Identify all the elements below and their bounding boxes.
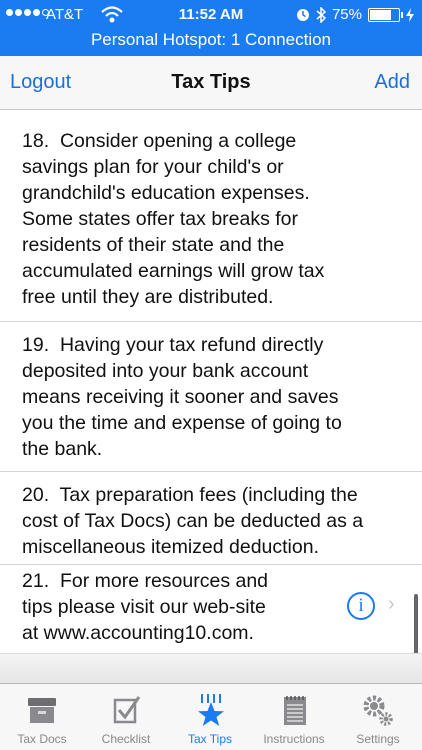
- gears-icon: [363, 695, 393, 726]
- tab-label: Checklist: [101, 732, 151, 746]
- charging-bolt-icon: [406, 7, 414, 22]
- chevron-right-icon: ›: [388, 593, 395, 615]
- navigation-bar: Logout Tax Tips Add: [0, 56, 422, 110]
- star-icon: [198, 694, 224, 726]
- status-bar: AT&T 11:52 AM 75% Personal Hotspot: 1 Co…: [0, 0, 422, 56]
- list-item[interactable]: 20. Tax preparation fees (including the …: [0, 472, 422, 565]
- battery-fill: [370, 9, 391, 20]
- list-item[interactable]: 19. Having your tax refund directly depo…: [0, 322, 422, 472]
- tip-text: 18. Consider opening a college savings p…: [22, 130, 325, 308]
- page-title: Tax Tips: [171, 71, 251, 93]
- add-button[interactable]: Add: [374, 71, 410, 94]
- hotspot-banner[interactable]: Personal Hotspot: 1 Connection: [0, 30, 422, 50]
- alarm-icon: [296, 8, 309, 21]
- list-bottom-spacer: [0, 653, 422, 683]
- tip-text: 21. For more resources and tips please v…: [22, 570, 269, 644]
- bluetooth-icon: [316, 6, 326, 23]
- tab-instructions[interactable]: Instructions: [252, 684, 336, 750]
- tab-settings[interactable]: Settings: [336, 684, 420, 750]
- tip-text: 20. Tax preparation fees (including the …: [22, 484, 364, 558]
- list-item[interactable]: 18. Consider opening a college savings p…: [0, 110, 422, 322]
- list-item[interactable]: 21. For more resources and tips please v…: [0, 565, 422, 653]
- scrollbar[interactable]: [414, 594, 418, 656]
- tips-list[interactable]: 18. Consider opening a college savings p…: [0, 110, 422, 683]
- info-icon[interactable]: i: [347, 592, 375, 620]
- file-box-icon: [28, 698, 56, 723]
- tab-tax-docs[interactable]: Tax Docs: [0, 684, 84, 750]
- tab-bar: Tax Docs Checklist Tax Tips Instructions…: [0, 683, 422, 750]
- tab-label: Tax Tips: [187, 732, 232, 746]
- status-row: AT&T 11:52 AM 75%: [0, 0, 422, 30]
- tab-label: Tax Docs: [17, 732, 67, 746]
- battery-percentage: 75%: [331, 6, 362, 23]
- tab-checklist[interactable]: Checklist: [84, 684, 168, 750]
- tab-label: Instructions: [263, 732, 325, 746]
- notepad-icon: [284, 696, 306, 725]
- tab-tax-tips[interactable]: Tax Tips: [168, 684, 252, 750]
- battery-icon: [368, 7, 403, 22]
- checklist-icon: [113, 696, 141, 724]
- tip-text: 19. Having your tax refund directly depo…: [22, 334, 342, 460]
- tab-label: Settings: [356, 732, 400, 746]
- right-status-group: 75%: [296, 6, 414, 23]
